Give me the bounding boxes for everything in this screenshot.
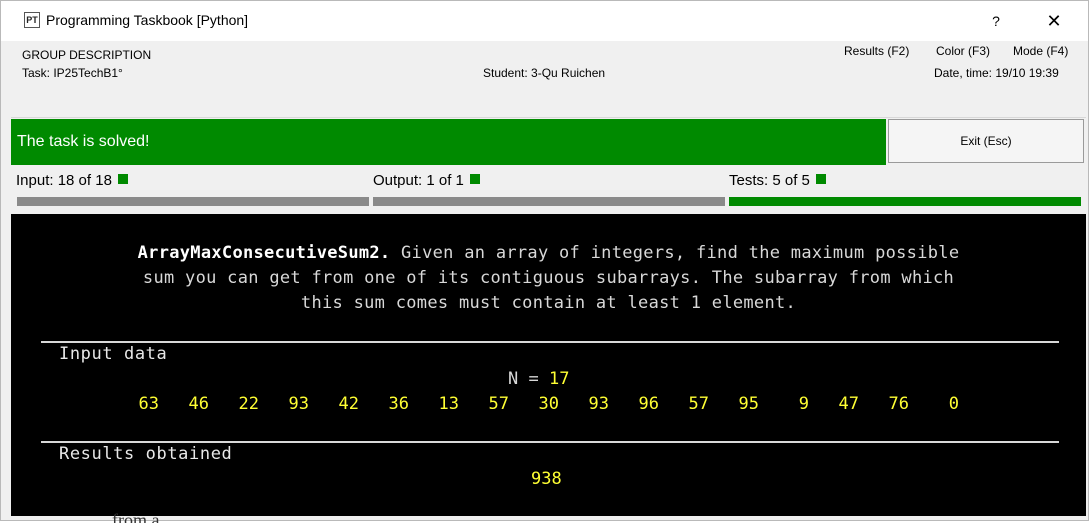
task-console: ArrayMaxConsecutiveSum2. Given an array …	[11, 214, 1086, 516]
input-progress-label: Input: 18 of 18	[16, 172, 112, 189]
output-status-square	[469, 174, 480, 184]
input-data-label: Input data	[59, 344, 168, 364]
background-text: from a	[112, 512, 160, 523]
input-number: 36	[388, 394, 409, 414]
student-label: Student: 3-Qu Ruichen	[483, 66, 606, 80]
task-description-line-1: ArrayMaxConsecutiveSum2. Given an array …	[137, 243, 960, 263]
datetime-label: Date, time: 19/10 19:39	[934, 66, 1059, 80]
task-description-line-3: this sum comes must contain at least 1 e…	[300, 293, 797, 313]
n-value: 17	[548, 369, 570, 389]
output-progress: Output: 1 of 1	[373, 172, 480, 189]
help-button[interactable]: ?	[973, 1, 1019, 41]
tests-progress-bar	[729, 197, 1081, 206]
input-progress-bar	[17, 197, 369, 206]
status-message: The task is solved!	[17, 133, 150, 150]
tests-progress: Tests: 5 of 5	[729, 172, 826, 189]
input-progress: Input: 18 of 18	[16, 172, 128, 189]
input-number: 30	[538, 394, 559, 414]
input-number: 57	[488, 394, 509, 414]
input-number: 42	[338, 394, 359, 414]
task-header: GROUP DESCRIPTION Task: IP25TechB1° Stud…	[11, 41, 1086, 118]
results-menu[interactable]: Results (F2)	[844, 44, 909, 58]
input-number: 95	[738, 394, 759, 414]
input-number: 63	[138, 394, 159, 414]
input-status-square	[117, 174, 128, 184]
mode-menu[interactable]: Mode (F4)	[1013, 44, 1068, 58]
input-number: 46	[188, 394, 209, 414]
task-name: ArrayMaxConsecutiveSum2.	[137, 243, 391, 263]
input-number: 13	[438, 394, 459, 414]
result-value: 938	[531, 469, 562, 489]
progress-area: Input: 18 of 18 Output: 1 of 1 Tests: 5 …	[11, 167, 1086, 213]
input-separator	[41, 341, 1059, 343]
results-label: Results obtained	[59, 444, 233, 464]
task-label: Task: IP25TechB1°	[22, 66, 123, 80]
close-button[interactable]: ✕	[1031, 1, 1077, 41]
input-number: 47	[838, 394, 859, 414]
taskbook-window: PT Programming Taskbook [Python] ? ✕ GRO…	[0, 0, 1089, 521]
results-separator	[41, 441, 1059, 443]
output-progress-label: Output: 1 of 1	[373, 172, 464, 189]
input-number: 76	[888, 394, 909, 414]
exit-button[interactable]: Exit (Esc)	[888, 119, 1084, 163]
input-number: 9	[798, 394, 809, 414]
task-description-line-2: sum you can get from one of its contiguo…	[142, 268, 955, 288]
app-icon: PT	[24, 12, 40, 28]
group-description[interactable]: GROUP DESCRIPTION	[22, 48, 151, 62]
input-number: 93	[288, 394, 309, 414]
output-progress-bar	[373, 197, 725, 206]
tests-progress-label: Tests: 5 of 5	[729, 172, 810, 189]
input-number: 22	[238, 394, 259, 414]
n-line: N = 17	[508, 369, 569, 389]
n-prefix: N =	[508, 369, 549, 389]
input-number: 57	[688, 394, 709, 414]
color-menu[interactable]: Color (F3)	[936, 44, 990, 58]
status-bar: The task is solved!	[11, 119, 886, 165]
window-title: Programming Taskbook [Python]	[46, 12, 249, 28]
input-number: 96	[638, 394, 659, 414]
title-bar: PT Programming Taskbook [Python] ? ✕	[1, 1, 1088, 41]
tests-status-square	[815, 174, 826, 184]
input-number: 0	[948, 394, 959, 414]
input-number: 93	[588, 394, 609, 414]
